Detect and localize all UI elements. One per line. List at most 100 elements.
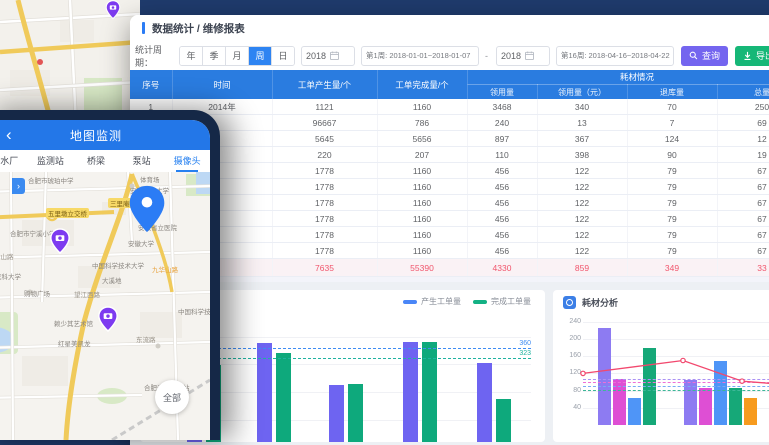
map-label: 合肥市琥珀中学 (28, 175, 74, 185)
tab-摄像头[interactable]: 摄像头 (164, 150, 210, 172)
search-button[interactable]: 查询 (681, 46, 728, 66)
bar-generated (329, 385, 344, 442)
breadcrumb-bar: 数据统计 / 维修报表 (130, 15, 769, 42)
consumable-chart-card: 耗材分析 2402001601208040 (553, 290, 769, 442)
back-chevron-icon[interactable]: ‹ (6, 122, 12, 148)
table-cell: 122 (537, 195, 627, 211)
tab-监测站[interactable]: 监测站 (28, 150, 74, 172)
table-cell: 1160 (377, 99, 467, 115)
camera-pin[interactable] (97, 306, 119, 338)
table-row: 12014年11211160346834070250 (130, 99, 769, 115)
legend-swatch (403, 300, 417, 304)
table-cell: 207 (377, 147, 467, 163)
table-row: 177811604561227967 (130, 211, 769, 227)
camera-pin-icon[interactable] (105, 0, 121, 20)
table-cell: 124 (627, 131, 717, 147)
table-cell: 5645 (272, 131, 377, 147)
table-cell: 122 (537, 163, 627, 179)
week-end-input[interactable]: 第16周: 2018-04-16~2018-04-22 (556, 46, 674, 66)
legend-item[interactable]: 完成工单量 (473, 296, 531, 307)
table-cell: 12 (717, 131, 769, 147)
map-label: 安徽医科大学 (0, 271, 21, 281)
map-label: 红星美凯龙 (58, 338, 91, 348)
map-view[interactable]: › 合肥市琥珀中学体育场安徽农业大学三里庵五里墩立交桥合肥市宁溪小学安徽省立医院… (0, 172, 210, 440)
period-option-月[interactable]: 月 (226, 47, 249, 65)
table-cell: 7 (627, 115, 717, 131)
map-label: 五里墩立交桥 (46, 208, 89, 218)
map-label: 九华山路 (152, 264, 178, 274)
table-row: 9666778624013769 (130, 115, 769, 131)
location-pin-icon (127, 184, 167, 234)
table-cell: 1778 (272, 195, 377, 211)
sub-column-header: 退库量 (627, 85, 717, 100)
y-axis-tick-label: 120 (555, 369, 581, 376)
table-cell: 33 (717, 259, 769, 277)
y-axis-tick-label: 80 (555, 387, 581, 394)
camera-pin[interactable] (49, 228, 71, 260)
charts-zone: 产生工单量完成工单量 360323 耗材分析 2402001601208040 (130, 282, 769, 445)
table-cell: 240 (467, 115, 537, 131)
table-cell: 220 (272, 147, 377, 163)
period-option-周[interactable]: 周 (249, 47, 272, 65)
tab-泵站[interactable]: 泵站 (119, 150, 165, 172)
bar-completed (276, 353, 291, 442)
expand-panel-chip[interactable]: › (12, 178, 25, 194)
table-cell: 96667 (272, 115, 377, 131)
table-cell: 69 (717, 115, 769, 131)
table-cell: 456 (467, 163, 537, 179)
background-map-fragment (0, 0, 140, 125)
breadcrumb[interactable]: 数据统计 / 维修报表 (152, 21, 245, 36)
table-cell: 1778 (272, 243, 377, 259)
range-separator: - (485, 51, 488, 61)
reference-line-label: 360 (519, 340, 531, 347)
table-cell: 897 (467, 131, 537, 147)
tab-污水厂[interactable]: 污水厂 (0, 150, 28, 172)
week-start-input[interactable]: 第1周: 2018-01-01~2018-01-07 (361, 46, 479, 66)
column-header: 时间 (172, 70, 272, 99)
report-table-header: 序号时间工单产生量/个工单完成量/个耗材情况领用量领用量（元）退库量总量 (130, 70, 769, 99)
table-cell: 1160 (377, 179, 467, 195)
table-cell: 122 (537, 211, 627, 227)
table-cell: 340 (537, 99, 627, 115)
table-cell: 3468 (467, 99, 537, 115)
download-icon (743, 51, 752, 61)
table-cell: 79 (627, 163, 717, 179)
table-cell: 456 (467, 227, 537, 243)
table-row: 2202071103989019 (130, 147, 769, 163)
legend-item[interactable]: 产生工单量 (403, 296, 461, 307)
bar-generated (477, 363, 492, 442)
period-option-年[interactable]: 年 (180, 47, 203, 65)
map-label: 体育场 (140, 174, 160, 184)
table-cell: 67 (717, 195, 769, 211)
table-cell: 19 (717, 147, 769, 163)
phone-tab-bar: 污水厂监测站桥梁泵站摄像头 (0, 150, 210, 173)
y-axis-tick-label: 40 (555, 404, 581, 411)
period-option-日[interactable]: 日 (272, 47, 294, 65)
y-axis-tick-label: 240 (555, 318, 581, 325)
table-cell: 1121 (272, 99, 377, 115)
table-cell: 13 (537, 115, 627, 131)
selected-location-pin[interactable] (127, 184, 167, 239)
table-cell: 1778 (272, 227, 377, 243)
report-table-body: 12014年1121116034683407025096667786240137… (130, 99, 769, 295)
all-filter-button[interactable]: 全部 (155, 380, 189, 414)
phone-screen: ‹ 地图监测 污水厂监测站桥梁泵站摄像头 (0, 120, 210, 440)
tab-桥梁[interactable]: 桥梁 (73, 150, 119, 172)
total-row: 合计763555390433085934933 (130, 259, 769, 277)
table-cell: 5656 (377, 131, 467, 147)
table-cell: 456 (467, 179, 537, 195)
phone-mockup: ‹ 地图监测 污水厂监测站桥梁泵站摄像头 (0, 110, 220, 440)
table-cell: 367 (537, 131, 627, 147)
year-end-select[interactable]: 2018 (496, 46, 550, 66)
period-option-季[interactable]: 季 (203, 47, 226, 65)
table-row: 5645565689736712412 (130, 131, 769, 147)
legend-label: 产生工单量 (421, 296, 461, 307)
table-cell: 349 (627, 259, 717, 277)
sub-column-header: 总量 (717, 85, 769, 100)
table-cell: 456 (467, 195, 537, 211)
year-start-select[interactable]: 2018 (301, 46, 355, 66)
table-cell: 456 (467, 211, 537, 227)
map-label: 东流路 (136, 334, 156, 344)
export-excel-button[interactable]: 导出Excel (735, 46, 769, 66)
table-cell: 79 (627, 227, 717, 243)
